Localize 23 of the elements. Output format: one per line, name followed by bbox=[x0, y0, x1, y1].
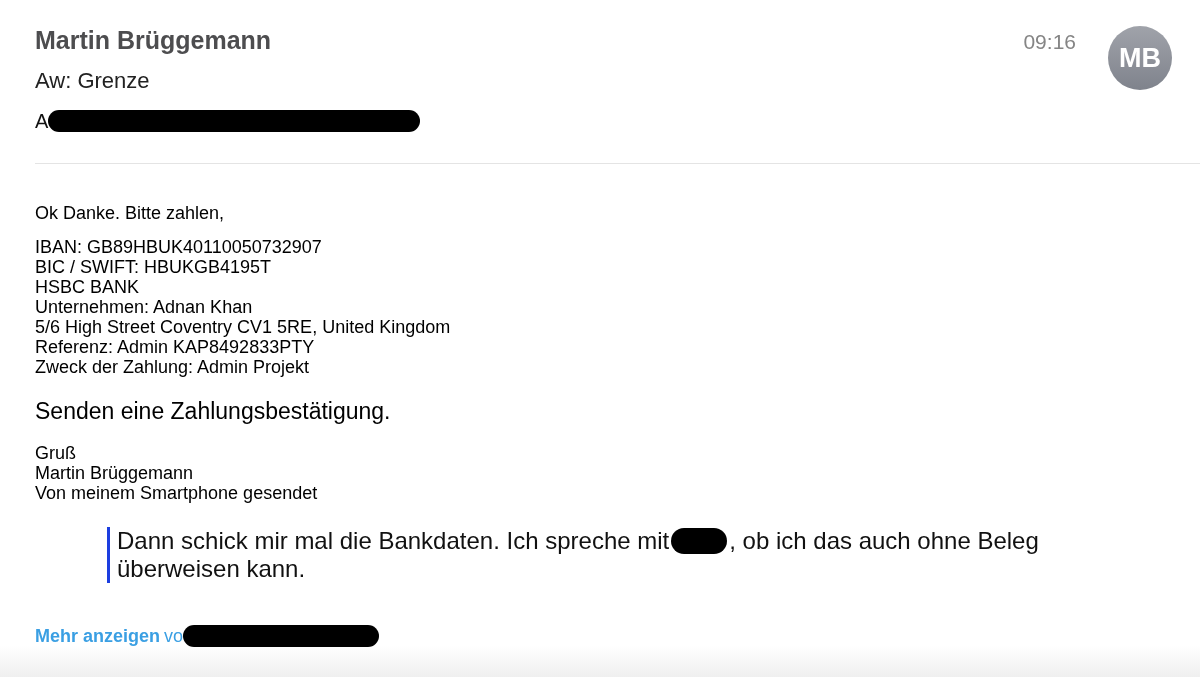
body-text-line: Referenz: Admin KAP8492833PTY bbox=[35, 337, 315, 357]
body-text-line: Gruß bbox=[35, 443, 76, 463]
quote-text: , ob ich das auch ohne Beleg bbox=[729, 527, 1039, 555]
quote-text: Dann schick mir mal die Bankdaten. Ich spreche mit bbox=[117, 527, 670, 555]
show-more-link[interactable]: Mehr anzeigen bbox=[35, 626, 161, 646]
body-text-line: BIC / SWIFT: HBUKGB4195T bbox=[35, 257, 272, 277]
body-text-line: Martin Brüggemann bbox=[35, 463, 194, 483]
body-text-line: Unternehmen: Adnan Khan bbox=[35, 297, 253, 317]
body-text-line: IBAN: GB89HBUK40110050732907 bbox=[35, 237, 322, 257]
emphasis-text: Senden eine Zahlungsbestätigung. bbox=[35, 398, 391, 424]
subject-line: Aw: Grenze bbox=[35, 69, 150, 93]
sender-avatar: MB bbox=[1108, 26, 1172, 90]
sender-name: Martin Brüggemann bbox=[35, 26, 272, 54]
body-text-line: Von meinem Smartphone gesendet bbox=[35, 483, 318, 503]
redaction-mark bbox=[671, 528, 728, 554]
recipient-text: A bbox=[35, 109, 49, 133]
body-text-line: Zweck der Zahlung: Admin Projekt bbox=[35, 357, 310, 377]
footer-text: vo bbox=[164, 626, 184, 646]
quote-text: überweisen kann. bbox=[117, 555, 306, 583]
body-text-line: 5/6 High Street Coventry CV1 5RE, United Kingdom bbox=[35, 317, 451, 337]
body-text-line: HSBC BANK bbox=[35, 277, 140, 297]
body-text-line: Ok Danke. Bitte zahlen, bbox=[35, 203, 225, 223]
message-time: 09:16 bbox=[1023, 29, 1076, 55]
